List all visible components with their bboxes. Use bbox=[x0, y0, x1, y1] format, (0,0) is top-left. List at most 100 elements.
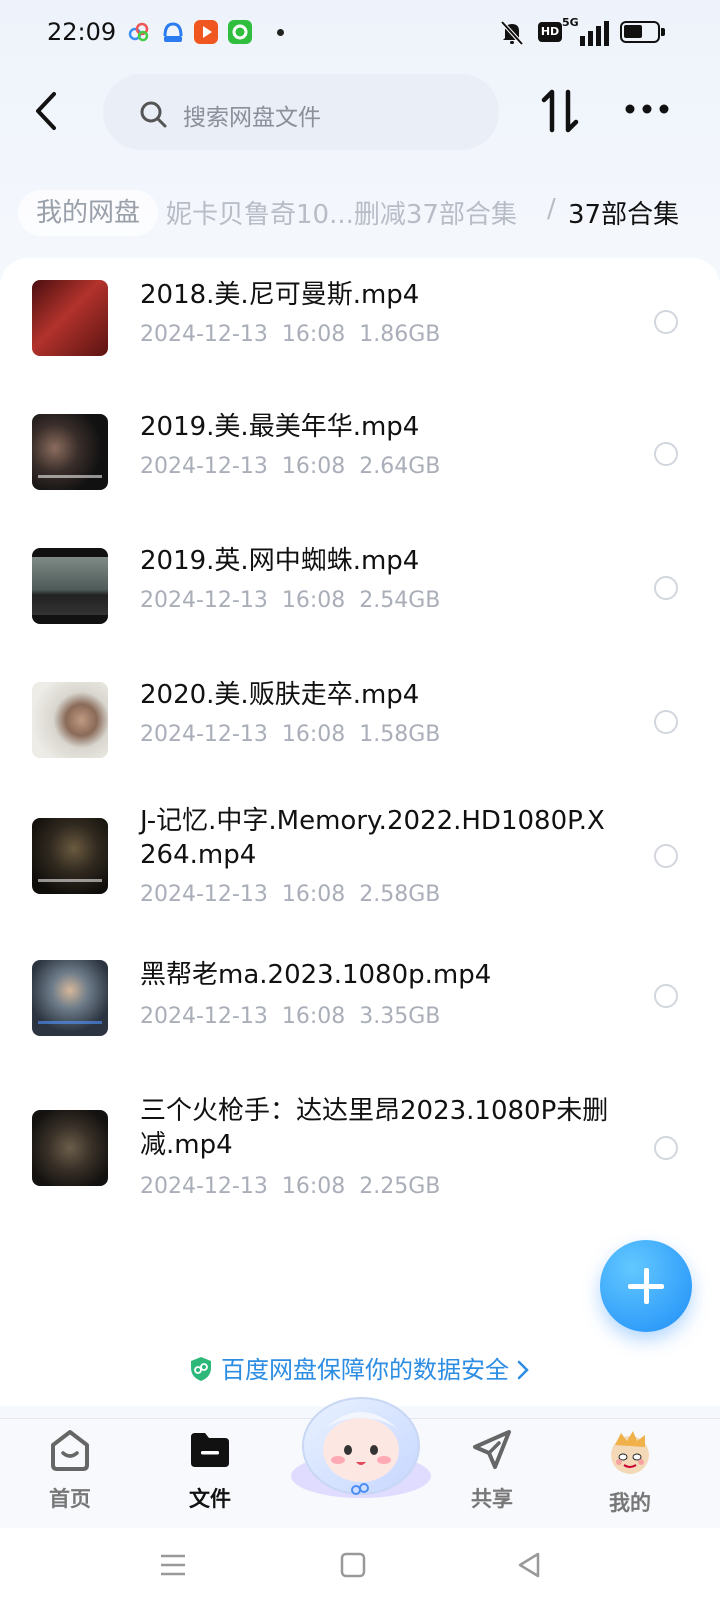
video-thumbnail bbox=[32, 1110, 108, 1186]
file-date: 2024-12-13 bbox=[140, 882, 268, 907]
chevron-right-icon bbox=[517, 1360, 529, 1380]
status-time: 22:09 bbox=[47, 18, 117, 46]
file-time: 16:08 bbox=[281, 588, 346, 613]
file-date: 2024-12-13 bbox=[140, 1174, 268, 1199]
menu-nav-button[interactable] bbox=[158, 1550, 188, 1584]
file-row[interactable]: 2019.英.网中蜘蛛.mp4 2024-12-13 16:08 2.54GB bbox=[0, 526, 720, 660]
file-date: 2024-12-13 bbox=[140, 588, 268, 613]
chevron-left-icon bbox=[36, 92, 56, 130]
home-nav-button[interactable] bbox=[338, 1550, 368, 1584]
file-size: 2.58GB bbox=[359, 882, 441, 907]
file-meta: 2024-12-13 16:08 2.64GB bbox=[140, 454, 454, 479]
tab-label: 文件 bbox=[189, 1487, 231, 1511]
file-date: 2024-12-13 bbox=[140, 454, 268, 479]
file-name: 黑帮老ma.2023.1080p.mp4 bbox=[140, 960, 492, 990]
more-button[interactable] bbox=[622, 94, 672, 124]
header: 搜索网盘文件 bbox=[0, 66, 720, 162]
file-row[interactable]: 三个火枪手：达达里昂2023.1080P未删减.mp4 2024-12-13 16… bbox=[0, 1096, 720, 1258]
mascot-icon bbox=[291, 1397, 431, 1498]
select-radio[interactable] bbox=[654, 984, 678, 1008]
search-placeholder: 搜索网盘文件 bbox=[183, 105, 321, 131]
tab-label: 共享 bbox=[471, 1487, 513, 1511]
file-name: 三个火枪手：达达里昂2023.1080P未删减.mp4 bbox=[140, 1096, 609, 1160]
file-time: 16:08 bbox=[281, 882, 346, 907]
hd-badge: HD bbox=[538, 22, 562, 42]
file-time: 16:08 bbox=[281, 1004, 346, 1029]
file-date: 2024-12-13 bbox=[140, 1004, 268, 1029]
search-icon bbox=[140, 101, 167, 128]
file-time: 16:08 bbox=[281, 1174, 346, 1199]
more-icon bbox=[625, 104, 669, 114]
breadcrumb: 我的网盘 妮卡贝鲁奇10...删减37部合集 / 37部合集 bbox=[0, 182, 720, 244]
security-note-text: 百度网盘保障你的数据安全 bbox=[221, 1356, 509, 1384]
video-thumbnail bbox=[32, 548, 108, 624]
shield-icon bbox=[191, 1357, 211, 1381]
video-thumbnail bbox=[32, 960, 108, 1036]
back-nav-button[interactable] bbox=[514, 1550, 544, 1584]
send-icon bbox=[473, 1430, 511, 1469]
file-size: 2.25GB bbox=[359, 1174, 441, 1199]
file-size: 3.35GB bbox=[359, 1004, 441, 1029]
camera-app-icon bbox=[228, 20, 252, 44]
file-meta: 2024-12-13 16:08 2.25GB bbox=[140, 1174, 454, 1199]
file-meta: 2024-12-13 16:08 1.58GB bbox=[140, 722, 454, 747]
add-button[interactable] bbox=[600, 1240, 692, 1332]
file-row[interactable]: J-记忆.中字.Memory.2022.HD1080P.X264.mp4 202… bbox=[0, 794, 720, 958]
video-thumbnail bbox=[32, 682, 108, 758]
breadcrumb-separator: / bbox=[547, 194, 556, 224]
security-note[interactable]: 百度网盘保障你的数据安全 bbox=[0, 1350, 720, 1385]
tab-home[interactable]: 首页 bbox=[20, 1427, 120, 1513]
file-size: 2.64GB bbox=[359, 454, 441, 479]
mute-icon bbox=[500, 20, 524, 54]
select-radio[interactable] bbox=[654, 576, 678, 600]
file-size: 2.54GB bbox=[359, 588, 441, 613]
sort-button[interactable] bbox=[538, 86, 584, 136]
video-thumbnail bbox=[32, 414, 108, 490]
cloud-app-icon bbox=[127, 20, 151, 44]
select-radio[interactable] bbox=[654, 442, 678, 466]
file-date: 2024-12-13 bbox=[140, 322, 268, 347]
file-meta: 2024-12-13 16:08 1.86GB bbox=[140, 322, 454, 347]
file-size: 1.86GB bbox=[359, 322, 441, 347]
tab-label: 我的 bbox=[609, 1491, 651, 1515]
file-row[interactable]: 2020.美.贩肤走卒.mp4 2024-12-13 16:08 1.58GB bbox=[0, 660, 720, 794]
search-input[interactable]: 搜索网盘文件 bbox=[103, 74, 499, 150]
file-meta: 2024-12-13 16:08 2.54GB bbox=[140, 588, 454, 613]
select-radio[interactable] bbox=[654, 1136, 678, 1160]
file-row[interactable]: 2019.美.最美年华.mp4 2024-12-13 16:08 2.64GB bbox=[0, 392, 720, 526]
select-radio[interactable] bbox=[654, 710, 678, 734]
sort-icon bbox=[541, 89, 579, 133]
file-list: 2018.美.尼可曼斯.mp4 2024-12-13 16:08 1.86GB 20… bbox=[0, 258, 720, 1406]
folder-icon bbox=[191, 1433, 229, 1467]
baidu-app-icon bbox=[161, 20, 185, 44]
breadcrumb-parent[interactable]: 妮卡贝鲁奇10...删减37部合集 bbox=[166, 194, 517, 231]
file-time: 16:08 bbox=[281, 322, 346, 347]
menu-icon bbox=[161, 1554, 185, 1576]
file-size: 1.58GB bbox=[359, 722, 441, 747]
avatar-icon bbox=[611, 1431, 649, 1474]
file-row[interactable]: 黑帮老ma.2023.1080p.mp4 2024-12-13 16:08 3.35… bbox=[0, 958, 720, 1098]
file-date: 2024-12-13 bbox=[140, 722, 268, 747]
file-name: J-记忆.中字.Memory.2022.HD1080P.X264.mp4 bbox=[140, 806, 605, 870]
home-icon bbox=[51, 1430, 89, 1471]
file-name: 2018.美.尼可曼斯.mp4 bbox=[140, 280, 420, 310]
mascot-button[interactable] bbox=[288, 1384, 434, 1502]
back-button[interactable] bbox=[26, 86, 66, 136]
video-app-icon bbox=[194, 20, 218, 44]
select-radio[interactable] bbox=[654, 844, 678, 868]
file-time: 16:08 bbox=[281, 722, 346, 747]
file-row[interactable]: 2018.美.尼可曼斯.mp4 2024-12-13 16:08 1.86GB bbox=[0, 258, 720, 392]
status-bar: 22:09 HD 5G bbox=[0, 0, 720, 66]
file-meta: 2024-12-13 16:08 2.58GB bbox=[140, 882, 454, 907]
video-thumbnail bbox=[32, 818, 108, 894]
select-radio[interactable] bbox=[654, 310, 678, 334]
file-name: 2019.美.最美年华.mp4 bbox=[140, 412, 420, 442]
breadcrumb-current: 37部合集 bbox=[568, 200, 680, 230]
tab-share[interactable]: 共享 bbox=[442, 1427, 542, 1513]
file-name: 2019.英.网中蜘蛛.mp4 bbox=[140, 546, 420, 576]
video-thumbnail bbox=[32, 280, 108, 356]
tab-files[interactable]: 文件 bbox=[160, 1427, 260, 1513]
file-meta: 2024-12-13 16:08 3.35GB bbox=[140, 1004, 454, 1029]
breadcrumb-root[interactable]: 我的网盘 bbox=[18, 190, 159, 236]
tab-me[interactable]: 我的 bbox=[580, 1427, 680, 1517]
